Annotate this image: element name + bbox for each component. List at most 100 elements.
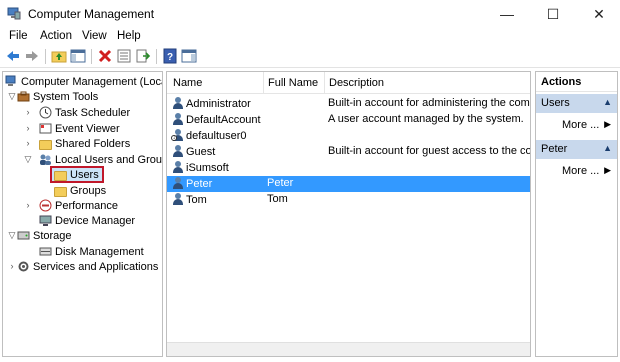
action-group-label: Users <box>541 97 570 109</box>
column-divider[interactable] <box>324 72 325 94</box>
tree-item-performance[interactable]: Performance <box>39 198 118 213</box>
folder-icon <box>54 170 67 181</box>
tree-item-label: Groups <box>70 184 107 197</box>
close-button[interactable]: ✕ <box>576 0 620 28</box>
collapse-triangle-icon[interactable]: ▲ <box>603 97 612 107</box>
tree-item-disk-management[interactable]: Disk Management <box>39 244 144 259</box>
back-icon[interactable] <box>5 48 21 64</box>
collapse-triangle-icon[interactable]: ▲ <box>603 143 612 153</box>
user-icon <box>171 97 184 110</box>
window-title: Computer Management <box>28 7 155 21</box>
submenu-arrow-icon: ▶ <box>604 165 611 175</box>
minimize-button[interactable]: — <box>484 0 530 28</box>
disabled-user-icon: ↓ <box>171 129 184 142</box>
maximize-icon: ☐ <box>546 5 560 22</box>
horizontal-scrollbar[interactable] <box>167 342 530 356</box>
delete-icon[interactable] <box>97 48 113 64</box>
action-more-peter[interactable]: More ... ▶ <box>536 162 617 180</box>
tree-item-label: Users <box>70 168 99 181</box>
menu-bar: File Action View Help <box>0 28 620 46</box>
action-group-users[interactable]: Users ▲ <box>536 94 617 113</box>
tree-item-shared-folders[interactable]: Shared Folders <box>39 136 130 151</box>
services-icon <box>18 261 29 272</box>
cell-name: Administrator <box>171 97 263 110</box>
properties-icon[interactable] <box>116 48 132 64</box>
cell-name: DefaultAccount <box>171 113 263 126</box>
tree-item-label: Event Viewer <box>55 122 120 135</box>
tree-item-system-tools[interactable]: System Tools <box>17 89 98 104</box>
expand-arrow-icon[interactable]: › <box>23 200 33 210</box>
action-more-label: More ... <box>562 165 600 177</box>
maximize-button[interactable]: ☐ <box>530 0 576 28</box>
tree-item-label: Performance <box>55 199 118 212</box>
table-row[interactable]: iSumsoft <box>167 160 530 176</box>
table-row[interactable]: Peter Peter <box>167 176 530 192</box>
export-list-icon[interactable] <box>135 48 151 64</box>
table-row[interactable]: DefaultAccount A user account managed by … <box>167 112 530 128</box>
tree-item-groups[interactable]: Groups <box>54 183 106 198</box>
collapse-arrow-icon[interactable]: ▽ <box>7 230 17 241</box>
forward-icon[interactable] <box>24 48 40 64</box>
menu-action[interactable]: Action <box>40 30 72 42</box>
disk-management-icon <box>39 247 52 256</box>
actions-title: Actions <box>536 72 617 92</box>
user-icon <box>171 161 184 174</box>
tree-item-users[interactable]: Users <box>50 166 104 183</box>
users-groups-icon <box>40 154 51 165</box>
tree-item-local-users-groups[interactable]: Local Users and Groups <box>39 152 162 167</box>
tree-item-label: Shared Folders <box>55 137 131 150</box>
menu-file[interactable]: File <box>9 30 28 42</box>
show-hide-tree-icon[interactable] <box>70 48 86 64</box>
expand-arrow-icon[interactable]: › <box>23 138 33 148</box>
tree-item-event-viewer[interactable]: Event Viewer <box>39 121 120 136</box>
column-header-description[interactable]: Description <box>329 77 384 89</box>
cell-name: Tom <box>171 193 263 206</box>
tree-item-label: Disk Management <box>55 245 144 258</box>
toolbar: ? <box>0 46 620 68</box>
action-more-users[interactable]: More ... ▶ <box>536 116 617 134</box>
user-list-view: Name Full Name Description Administrator… <box>166 71 531 357</box>
user-icon <box>171 193 184 206</box>
table-row[interactable]: Guest Built-in account for guest access t… <box>167 144 530 160</box>
tree-item-device-manager[interactable]: Device Manager <box>39 213 135 228</box>
tree-item-label: System Tools <box>33 90 99 103</box>
actions-pane: Actions Users ▲ More ... ▶ Peter ▲ More … <box>535 71 618 357</box>
collapse-arrow-icon[interactable]: ▽ <box>7 91 17 102</box>
user-name: Peter <box>186 177 213 190</box>
cell-description: Built-in account for administering the c… <box>328 97 530 109</box>
user-name: Administrator <box>186 97 251 110</box>
tree-item-label: Device Manager <box>55 214 136 227</box>
user-name: Guest <box>186 145 216 158</box>
user-name: iSumsoft <box>186 161 229 174</box>
folder-icon <box>54 186 67 197</box>
expand-arrow-icon[interactable]: › <box>7 261 17 271</box>
user-icon <box>171 145 184 158</box>
tree-item-services-applications[interactable]: Services and Applications <box>17 259 158 274</box>
action-group-peter[interactable]: Peter ▲ <box>536 140 617 159</box>
column-header-full-name[interactable]: Full Name <box>268 77 318 89</box>
up-folder-icon[interactable] <box>51 48 67 64</box>
column-divider[interactable] <box>263 72 264 94</box>
user-name: defaultuser0 <box>186 129 247 142</box>
title-bar: Computer Management — ☐ ✕ <box>0 0 620 28</box>
help-icon[interactable]: ? <box>162 48 178 64</box>
tree-item-label: Computer Management (Local <box>21 75 163 88</box>
column-header-name[interactable]: Name <box>173 77 202 89</box>
expand-arrow-icon[interactable]: › <box>23 123 33 133</box>
table-row[interactable]: Tom Tom <box>167 192 530 208</box>
cell-name: ↓ defaultuser0 <box>171 129 263 142</box>
expand-arrow-icon[interactable]: › <box>23 107 33 117</box>
menu-view[interactable]: View <box>82 30 107 42</box>
table-row[interactable]: ↓ defaultuser0 <box>167 128 530 144</box>
show-action-pane-icon[interactable] <box>181 48 197 64</box>
collapse-arrow-icon[interactable]: ▽ <box>23 154 33 165</box>
toolbar-separator <box>91 49 92 64</box>
tree-item-task-scheduler[interactable]: Task Scheduler <box>39 105 130 120</box>
tree-item-storage[interactable]: Storage <box>17 228 72 243</box>
cell-name: Peter <box>171 177 263 190</box>
cell-description: Built-in account for guest access to the… <box>328 145 530 157</box>
action-group-label: Peter <box>541 143 568 155</box>
menu-help[interactable]: Help <box>117 30 141 42</box>
tree-item-computer-management[interactable]: Computer Management (Local <box>5 74 163 89</box>
table-row[interactable]: Administrator Built-in account for admini… <box>167 96 530 112</box>
